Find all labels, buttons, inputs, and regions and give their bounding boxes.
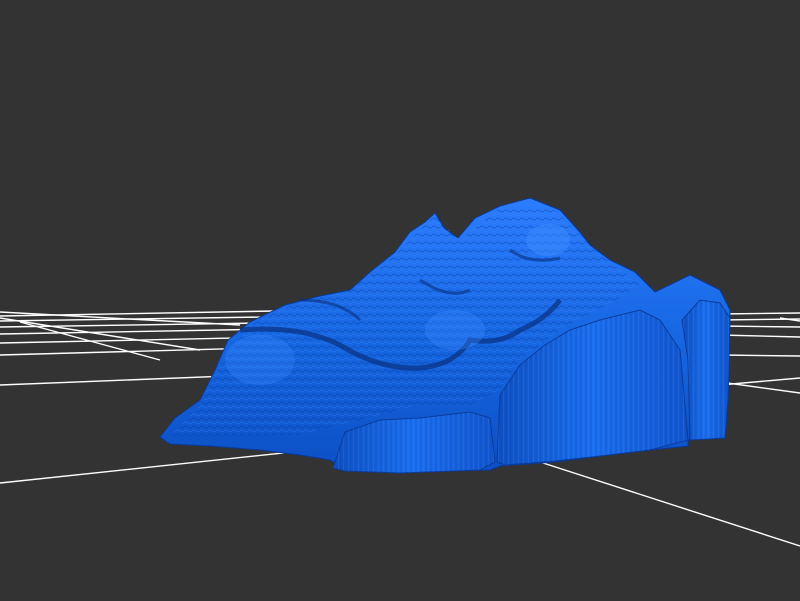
terrain-rock-model[interactable] [159, 197, 731, 474]
rock-highlight [526, 224, 570, 256]
scene-canvas[interactable] [0, 0, 800, 601]
3d-viewport[interactable] [0, 0, 800, 601]
rock-highlight [425, 310, 485, 350]
rock-highlight [225, 335, 295, 385]
